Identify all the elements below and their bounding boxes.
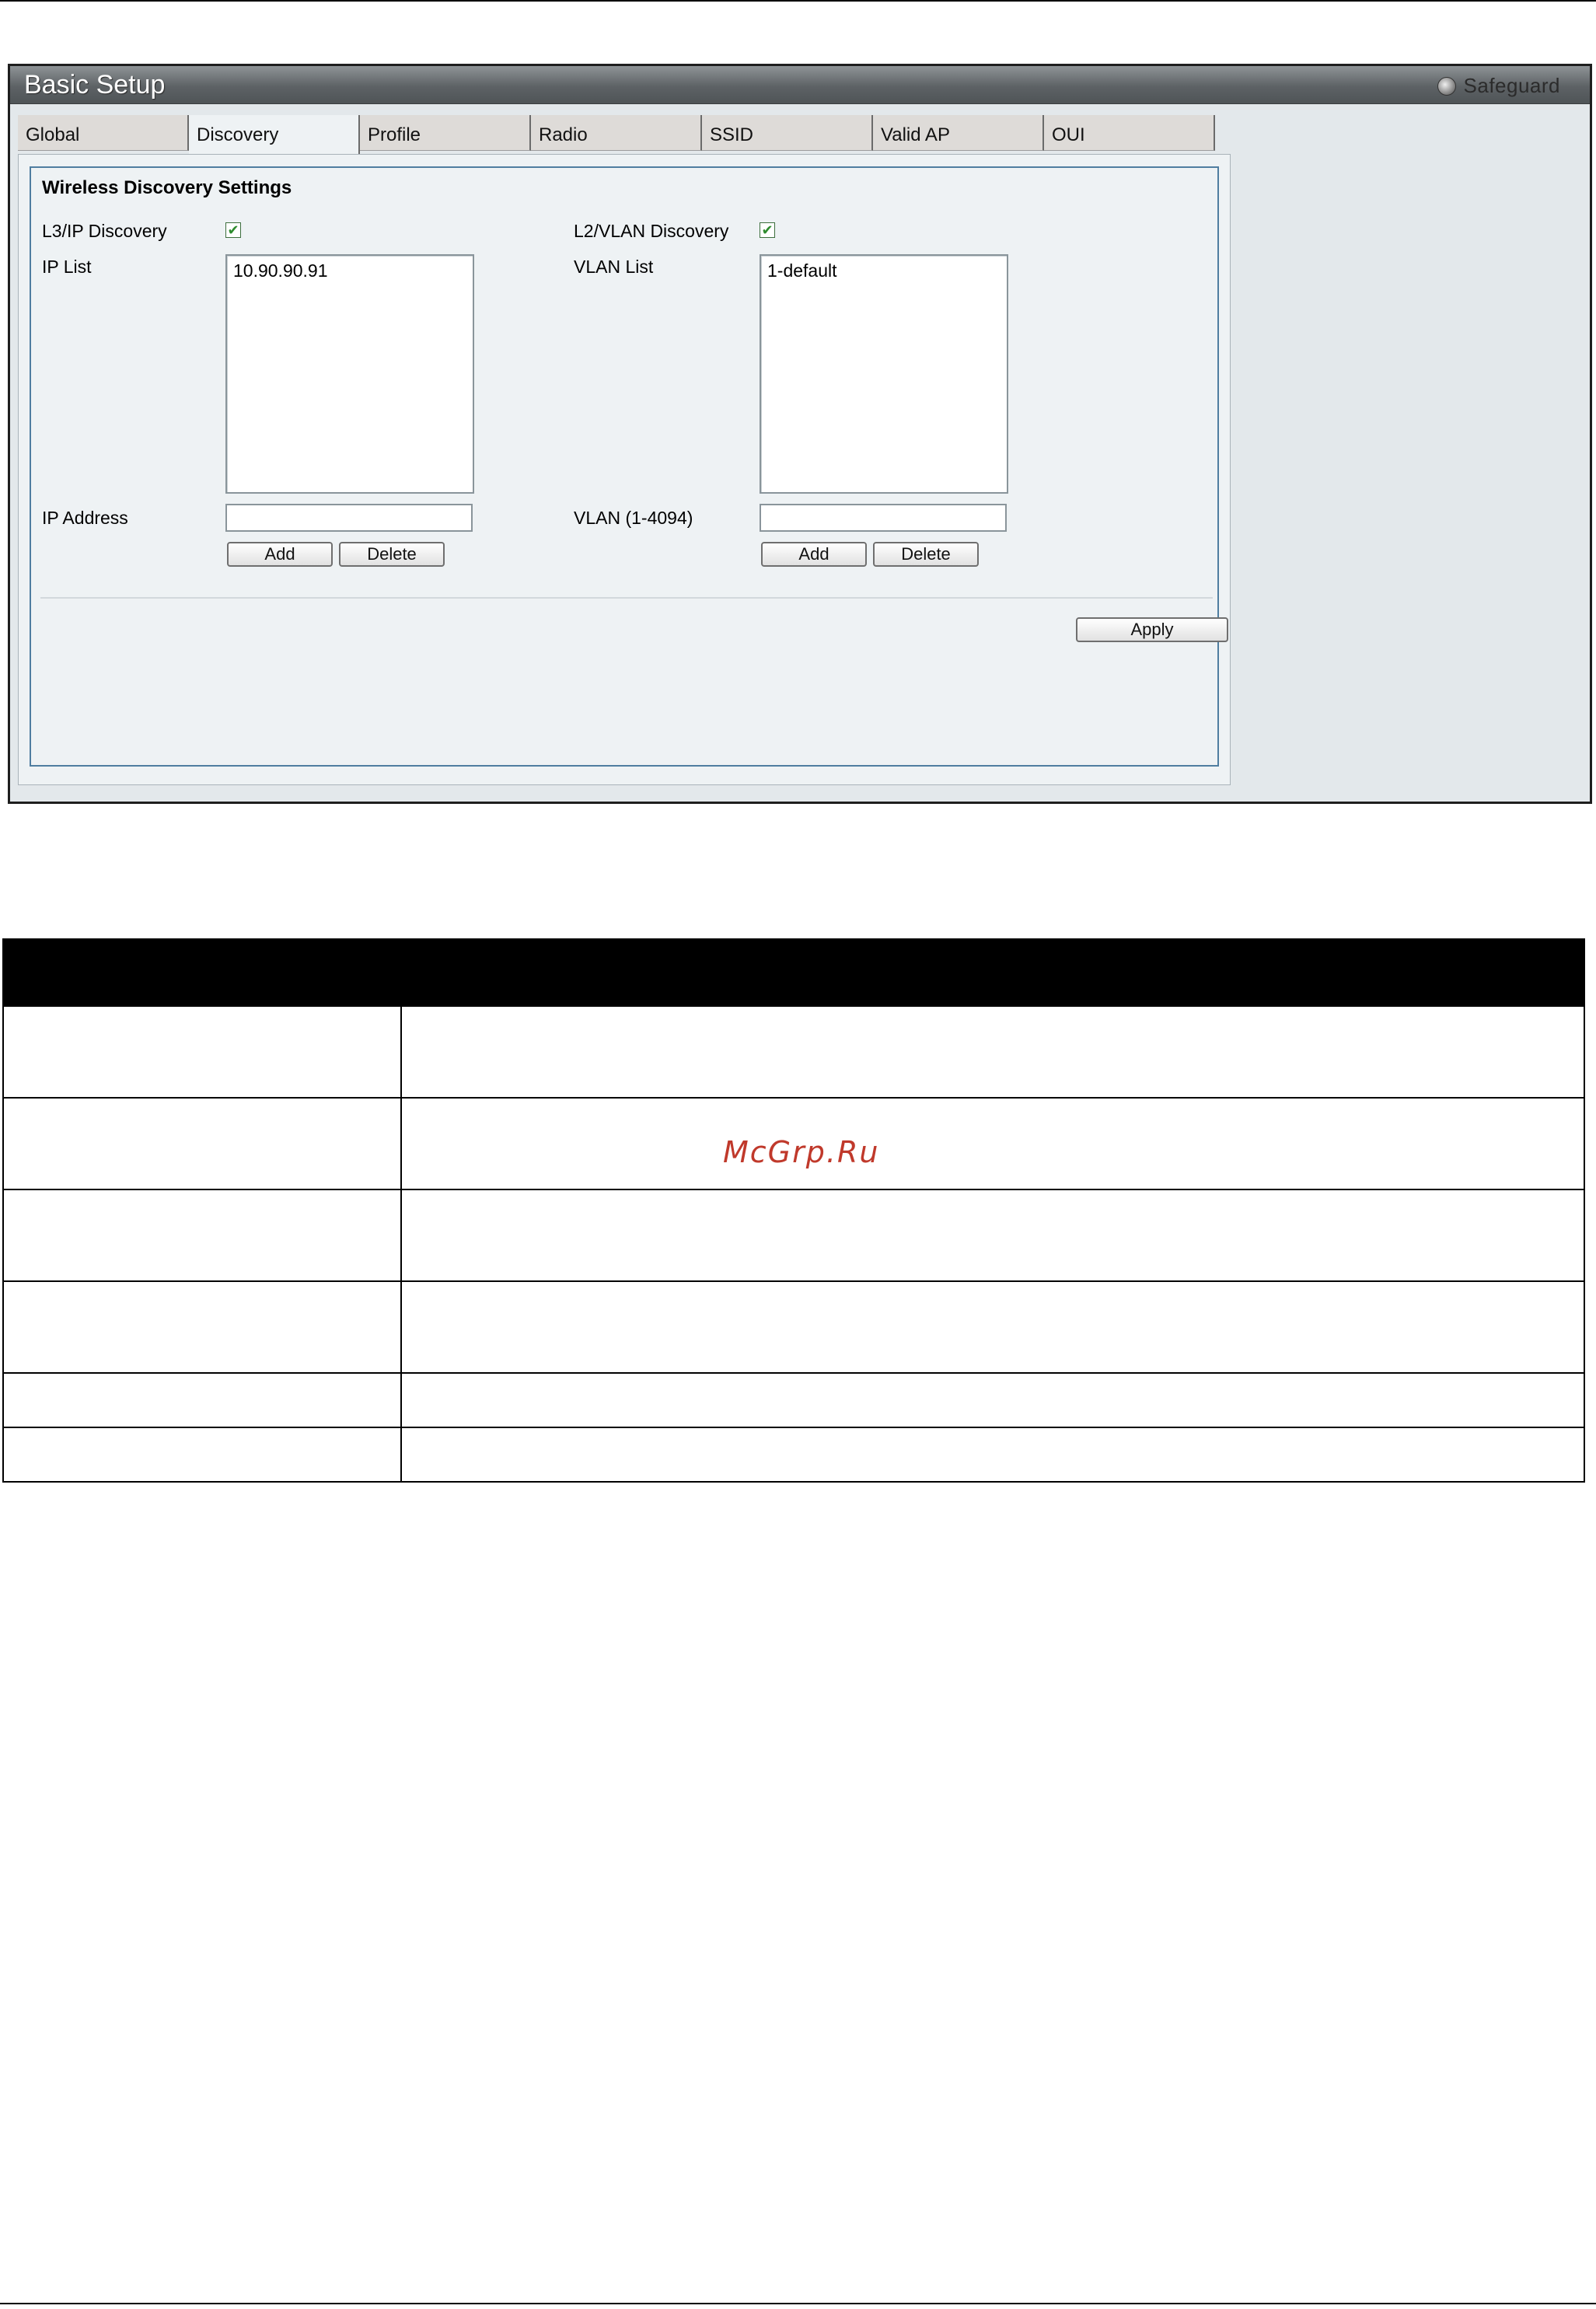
- tab-strip: Global Discovery Profile Radio SSID Vali…: [18, 115, 1215, 155]
- bottom-rule: [0, 2303, 1596, 2304]
- tab-radio[interactable]: Radio: [531, 115, 702, 151]
- watermark-text: McGrp.Ru: [723, 1135, 880, 1169]
- table-cell: [2, 1280, 402, 1374]
- vlan-id-input[interactable]: [760, 504, 1007, 532]
- vlan-list-label: VLAN List: [574, 257, 654, 277]
- table-row: [2, 1005, 1585, 1099]
- checkmark-icon: ✔: [761, 222, 774, 238]
- tab-valid-ap[interactable]: Valid AP: [873, 115, 1044, 151]
- table-row: [2, 1189, 1585, 1282]
- table-cell: [2, 1189, 402, 1282]
- divider: [40, 597, 1213, 599]
- table-cell: [400, 1280, 1585, 1374]
- table-cell: [400, 1005, 1585, 1099]
- table-cell: [400, 1372, 1585, 1428]
- table-row: [2, 1280, 1585, 1374]
- vlan-add-button[interactable]: Add: [761, 542, 867, 567]
- vlan-range-label: VLAN (1-4094): [574, 508, 693, 528]
- list-item[interactable]: 1-default: [767, 260, 1001, 281]
- table-cell: [2, 1005, 402, 1099]
- table-header-cell: [2, 938, 402, 1007]
- apply-button[interactable]: Apply: [1076, 617, 1228, 642]
- ip-add-button[interactable]: Add: [227, 542, 333, 567]
- table-header-row: [2, 938, 1585, 1007]
- ip-delete-button[interactable]: Delete: [339, 542, 445, 567]
- l2-vlan-discovery-label: L2/VLAN Discovery: [574, 221, 729, 241]
- top-rule: [0, 0, 1596, 2]
- tab-profile[interactable]: Profile: [360, 115, 531, 151]
- table-cell: [2, 1427, 402, 1483]
- l2-vlan-discovery-checkbox[interactable]: ✔: [760, 222, 775, 238]
- ip-list-label: IP List: [42, 257, 92, 277]
- safeguard-indicator[interactable]: Safeguard: [1437, 74, 1560, 98]
- table-cell: [2, 1372, 402, 1428]
- wireless-discovery-settings: Wireless Discovery Settings L3/IP Discov…: [30, 166, 1228, 767]
- l3-ip-discovery-checkbox[interactable]: ✔: [225, 222, 241, 238]
- checkmark-icon: ✔: [227, 222, 239, 238]
- table-row: [2, 1372, 1585, 1428]
- tab-global[interactable]: Global: [18, 115, 189, 151]
- table-cell: [2, 1097, 402, 1190]
- table-row: [2, 1427, 1585, 1483]
- vlan-delete-button[interactable]: Delete: [873, 542, 979, 567]
- table-cell: [400, 1097, 1585, 1190]
- basic-setup-window: Basic Setup Safeguard Global Discovery P…: [8, 64, 1592, 804]
- vlan-list-box[interactable]: 1-default: [760, 254, 1008, 494]
- discovery-tab-panel: Wireless Discovery Settings L3/IP Discov…: [18, 154, 1231, 785]
- tab-discovery[interactable]: Discovery: [189, 115, 360, 155]
- ip-address-input[interactable]: [225, 504, 473, 532]
- tab-oui[interactable]: OUI: [1044, 115, 1215, 151]
- safeguard-status-icon: [1437, 76, 1456, 96]
- window-title: Basic Setup: [24, 70, 166, 100]
- l3-ip-discovery-label: L3/IP Discovery: [42, 221, 167, 241]
- table-cell: [400, 1189, 1585, 1282]
- section-title: Wireless Discovery Settings: [42, 177, 292, 198]
- table-header-cell: [400, 938, 1585, 1007]
- title-bar: Basic Setup Safeguard: [10, 66, 1590, 104]
- ip-list-box[interactable]: 10.90.90.91: [225, 254, 474, 494]
- ip-address-label: IP Address: [42, 508, 128, 528]
- table-cell: [400, 1427, 1585, 1483]
- tab-ssid[interactable]: SSID: [702, 115, 873, 151]
- safeguard-label: Safeguard: [1463, 74, 1560, 97]
- parameter-description-table: [2, 938, 1585, 1483]
- list-item[interactable]: 10.90.90.91: [233, 260, 466, 281]
